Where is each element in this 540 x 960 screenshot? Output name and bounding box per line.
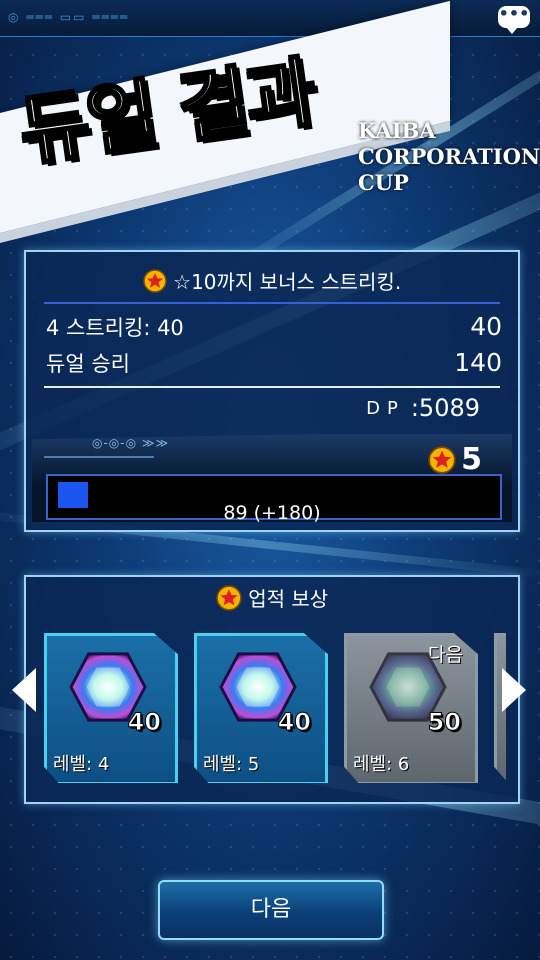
reward-card[interactable]: 40 레벨: 5 [194, 633, 328, 783]
gem-count: 50 [427, 708, 461, 737]
reward-card-locked[interactable]: 다음 50 레벨: 6 [344, 633, 478, 783]
divider [44, 386, 500, 388]
dp-value: 5089 [418, 394, 480, 422]
streak-bonus-text: ☆10까지 보너스 스트리킹. [173, 270, 402, 294]
event-name-line: CUP [358, 170, 409, 195]
gem-count: 40 [127, 708, 161, 737]
card-level: 레벨: 6 [353, 754, 410, 775]
duel-result-panel: ☆10까지 보너스 스트리킹. 4 스트리킹: 40 40 듀얼 승리 140 … [24, 250, 520, 532]
row-value: 40 [470, 312, 502, 341]
carousel-next-arrow[interactable] [502, 668, 526, 712]
reward-title: 업적 보상 [26, 583, 518, 612]
duel-points: DP:5089 [366, 394, 480, 422]
result-row: 듀얼 승리 140 [46, 348, 502, 378]
chat-bubble-icon[interactable]: ••• [498, 6, 530, 34]
rank-bar-line [44, 456, 154, 458]
result-row: 4 스트리킹: 40 40 [46, 312, 502, 342]
rank-bar-decoration: ◎-◎-◎ ≫≫ [92, 436, 170, 450]
reward-card[interactable]: 40 레벨: 4 [44, 633, 178, 783]
topbar-decoration: ◎ ═══ ▭▭ ════ [8, 10, 130, 24]
progress-text: 89 (+180) [223, 502, 321, 524]
gem-count: 40 [277, 708, 311, 737]
top-bar: ◎ ═══ ▭▭ ════ ••• [0, 0, 540, 37]
card-level: 레벨: 5 [203, 754, 260, 775]
reward-carousel[interactable]: 40 레벨: 4 40 레벨: 5 다음 50 레벨: 6 [38, 633, 506, 783]
next-button[interactable]: 다음 [158, 880, 384, 940]
star-medal-icon [428, 446, 456, 474]
event-name-line: KAIBA [358, 118, 436, 143]
achievement-reward-panel: 업적 보상 40 레벨: 4 40 레벨: 5 다음 50 레벨: 6 [24, 575, 520, 804]
star-medal-icon [143, 269, 167, 293]
event-name-line: CORPORATION [358, 144, 540, 169]
card-level: 레벨: 4 [53, 754, 110, 775]
dp-label: DP [366, 398, 405, 419]
carousel-prev-arrow[interactable] [12, 668, 36, 712]
row-label: 듀얼 승리 [46, 352, 130, 376]
divider [44, 302, 500, 304]
star-medal-icon [216, 585, 242, 611]
row-label: 4 스트리킹: 40 [46, 316, 184, 340]
reward-title-text: 업적 보상 [248, 587, 329, 611]
event-name: KAIBA CORPORATION CUP [358, 118, 540, 196]
row-value: 140 [454, 348, 502, 377]
streak-bonus-title: ☆10까지 보너스 스트리킹. [26, 266, 518, 295]
dp-separator: : [410, 394, 419, 422]
rank-level: 5 [461, 442, 482, 477]
